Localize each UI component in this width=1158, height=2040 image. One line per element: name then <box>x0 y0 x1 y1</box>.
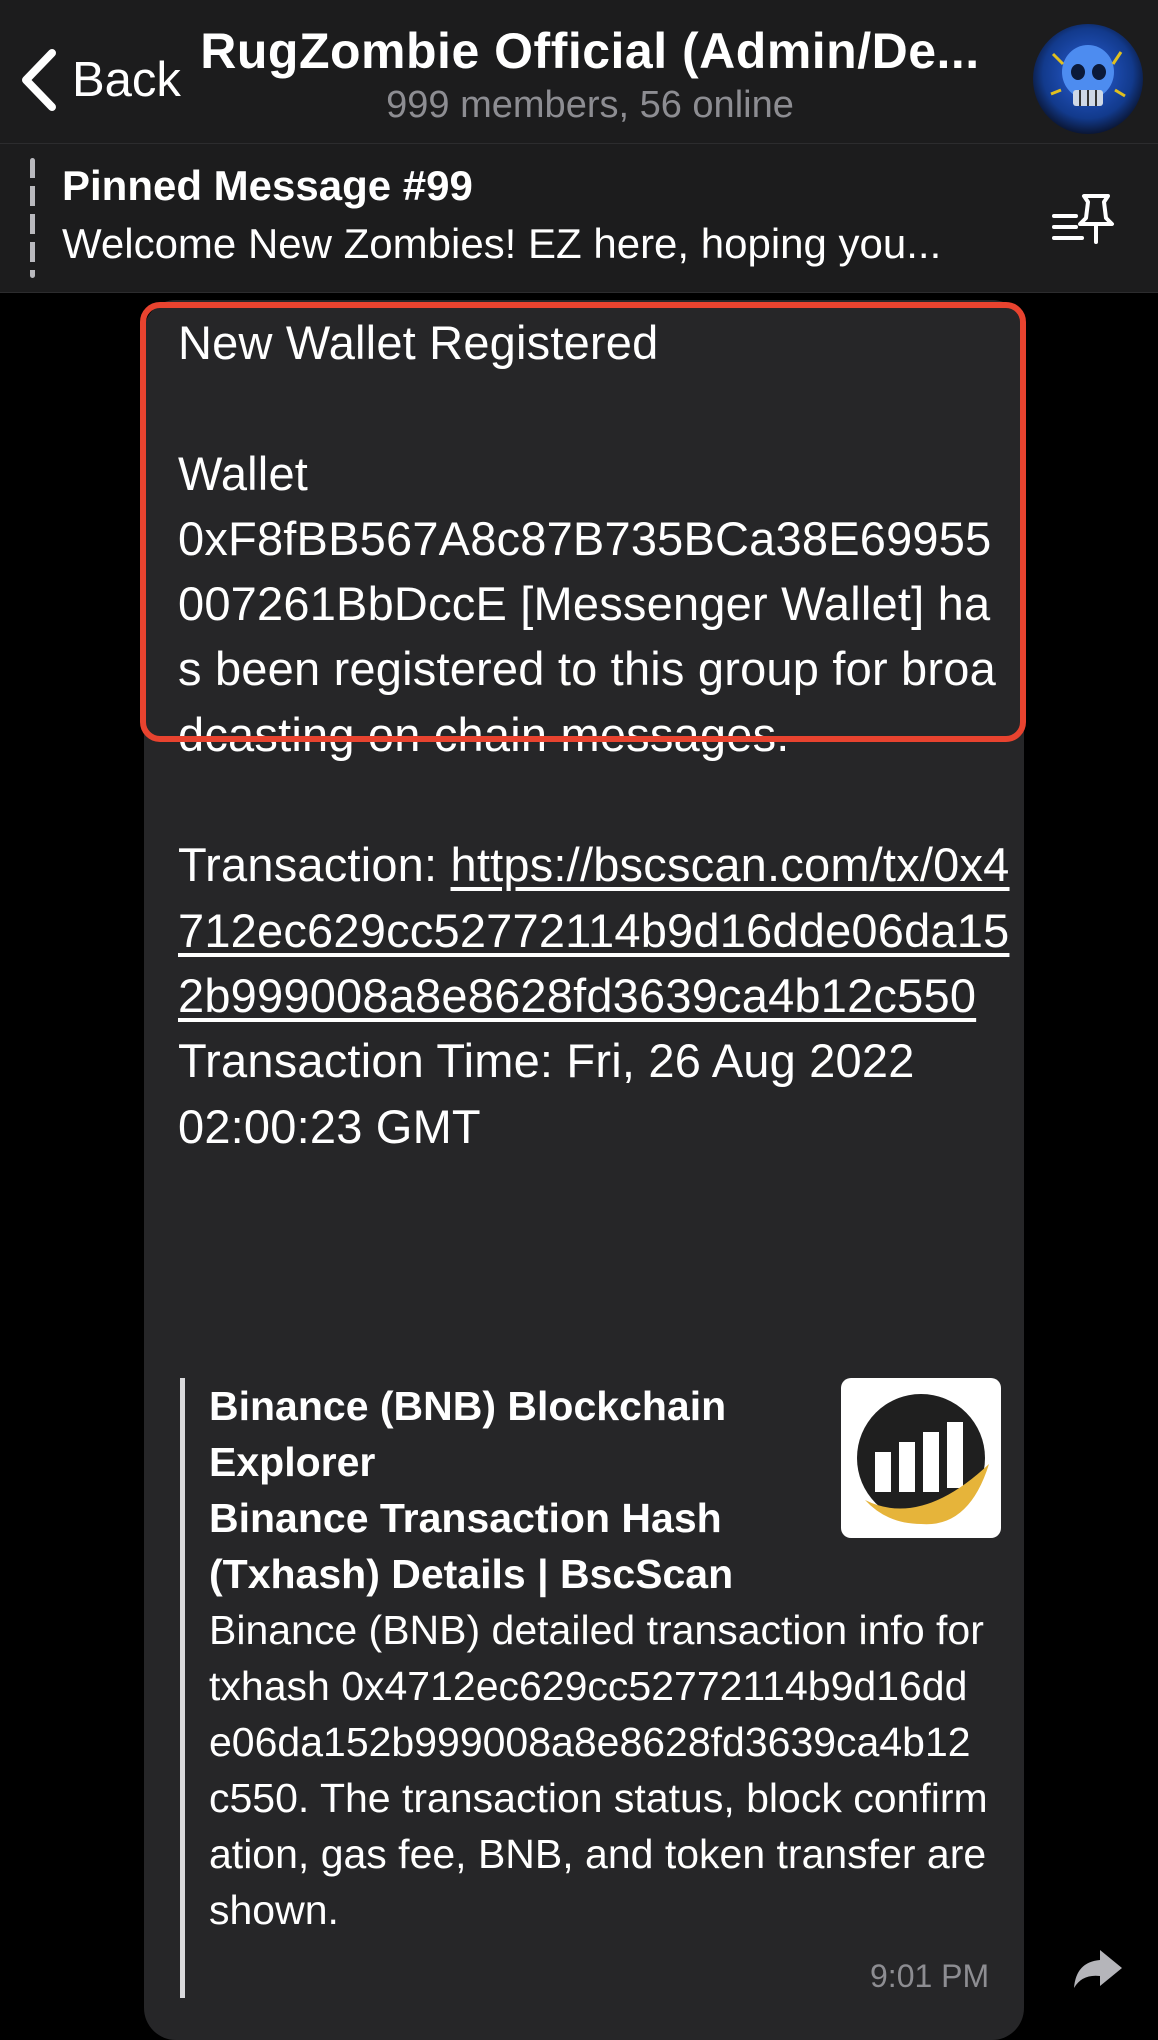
preview-header: Binance (BNB) Blockchain Explorer Binanc… <box>209 1378 809 1602</box>
message-text: New Wallet Registered Wallet 0xF8fBB567A… <box>178 310 1010 1159</box>
transaction-label: Transaction: <box>178 838 451 892</box>
zombie-skull-icon <box>1050 45 1126 106</box>
wallet-body: 0xF8fBB567A8c87B735BCa38E69955007261BbDc… <box>178 511 996 761</box>
back-button[interactable]: Back <box>20 40 181 120</box>
preview-title: Binance Transaction Hash (Txhash) Detail… <box>209 1495 734 1597</box>
preview-description: Binance (BNB) detailed transaction info … <box>209 1607 988 1933</box>
group-avatar[interactable] <box>1033 24 1143 134</box>
share-arrow-icon[interactable] <box>1068 1938 1128 1998</box>
message-heading: New Wallet Registered <box>178 316 659 369</box>
chat-subtitle: 999 members, 56 online <box>386 84 794 126</box>
link-preview[interactable]: Binance (BNB) Blockchain Explorer Binanc… <box>180 1378 1001 1998</box>
bscscan-logo <box>841 1378 1001 1538</box>
chat-title: RugZombie Official (Admin/De... <box>200 23 980 79</box>
pin-list-icon[interactable] <box>1050 190 1116 250</box>
chevron-left-icon <box>22 49 56 111</box>
pinned-message-bar[interactable]: Pinned Message #99 Welcome New Zombies! … <box>0 144 1158 293</box>
pinned-indicator <box>30 158 35 278</box>
back-label: Back <box>72 53 181 107</box>
wallet-label: Wallet <box>178 446 309 500</box>
chat-title-area[interactable]: RugZombie Official (Admin/De... 999 memb… <box>200 22 980 127</box>
transaction-time: Transaction Time: Fri, 26 Aug 2022 02:00… <box>178 1034 915 1153</box>
chat-header: Back RugZombie Official (Admin/De... 999… <box>0 0 1158 144</box>
preview-site: Binance (BNB) Blockchain Explorer <box>209 1383 727 1485</box>
transaction-line: Transaction: https://bscscan.com/tx/0x47… <box>178 832 1010 1028</box>
message-time: 9:01 PM <box>870 1958 990 1994</box>
pinned-title: Pinned Message #99 <box>62 162 473 209</box>
pinned-text: Welcome New Zombies! EZ here, hoping you… <box>62 220 942 267</box>
